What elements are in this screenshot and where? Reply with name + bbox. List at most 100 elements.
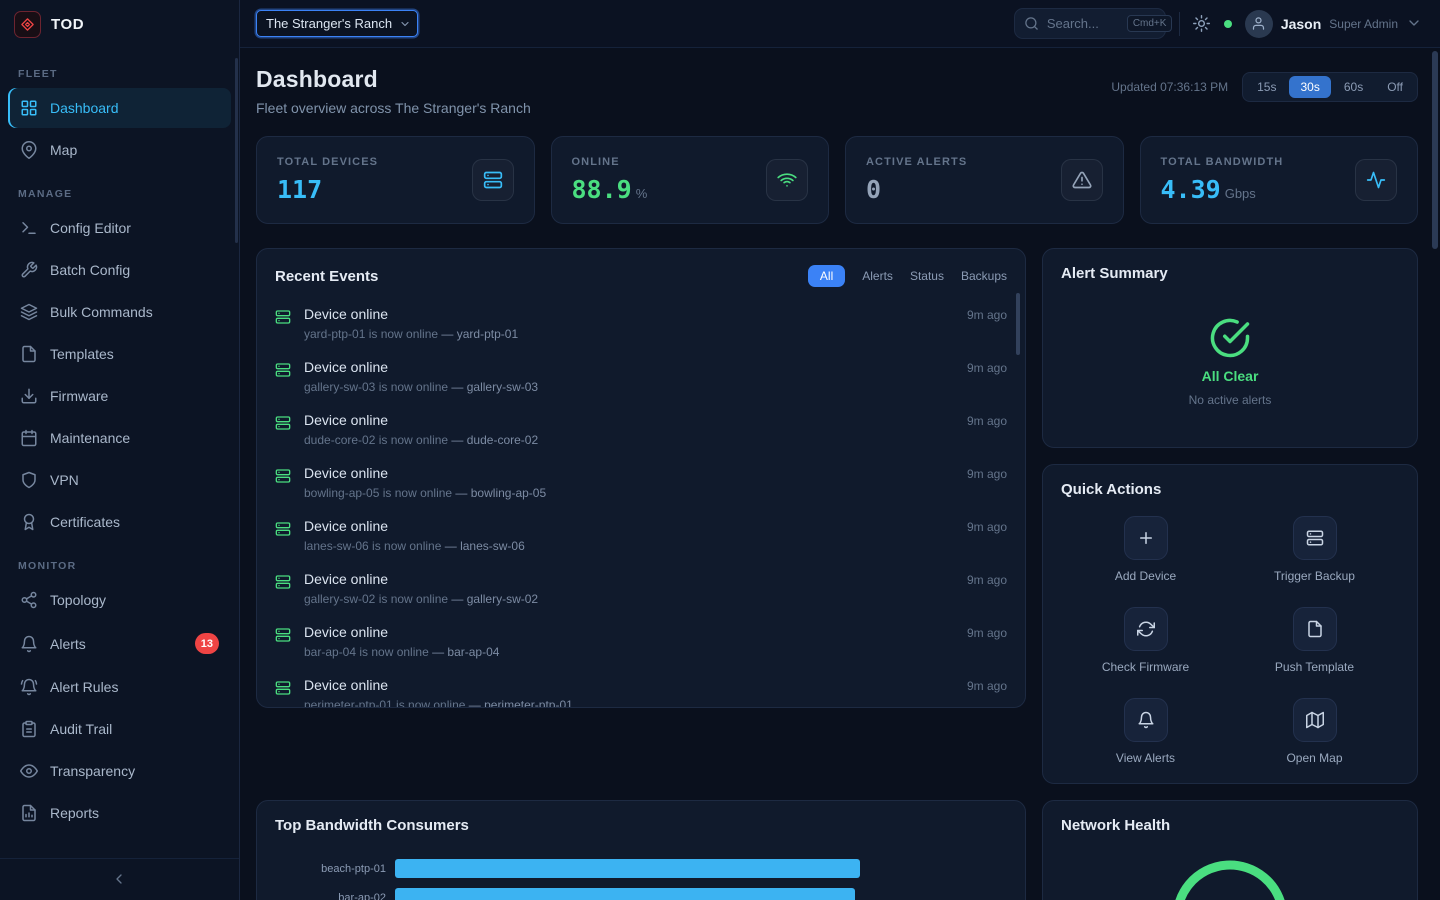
chevron-down-icon — [1406, 15, 1424, 33]
event-row[interactable]: Device online lanes-sw-06 is now online … — [275, 509, 1007, 562]
sidebar-item-label: Maintenance — [50, 430, 130, 446]
tab-alerts[interactable]: Alerts — [862, 269, 893, 283]
sidebar-item-templates[interactable]: Templates — [8, 334, 231, 374]
app-title: TOD — [51, 16, 84, 33]
stat-label: ONLINE — [572, 156, 648, 168]
server-icon — [275, 415, 291, 431]
shield-icon — [20, 471, 38, 489]
sidebar-collapse-button[interactable] — [0, 858, 239, 900]
quick-actions-card: Quick Actions Add Device Trigger Backup — [1042, 464, 1418, 784]
user-role: Super Admin — [1329, 17, 1398, 31]
event-detail: lanes-sw-06 is now online — lanes-sw-06 — [304, 539, 525, 553]
sidebar-item-vpn[interactable]: VPN — [8, 460, 231, 500]
sidebar-item-topology[interactable]: Topology — [8, 580, 231, 620]
sidebar-item-config-editor[interactable]: Config Editor — [8, 208, 231, 248]
event-title: Device online — [304, 306, 518, 322]
event-row[interactable]: Device online yard-ptp-01 is now online … — [275, 297, 1007, 350]
sidebar-item-label: Firmware — [50, 388, 108, 404]
chevron-left-icon — [111, 871, 129, 889]
server-icon — [275, 574, 291, 590]
event-row[interactable]: Device online gallery-sw-03 is now onlin… — [275, 350, 1007, 403]
topbar: The Stranger's Ranch Cmd+K Jason — [240, 0, 1440, 48]
page-subtitle: Fleet overview across The Stranger's Ran… — [256, 100, 531, 116]
quick-action-trigger-backup[interactable]: Trigger Backup — [1230, 516, 1399, 583]
user-name: Jason — [1281, 16, 1321, 32]
sidebar-item-firmware[interactable]: Firmware — [8, 376, 231, 416]
server-icon — [472, 159, 514, 201]
event-time: 9m ago — [967, 518, 1007, 534]
event-row[interactable]: Device online perimeter-ptp-01 is now on… — [275, 668, 1007, 707]
quick-action-open-map[interactable]: Open Map — [1230, 698, 1399, 765]
tab-backups[interactable]: Backups — [961, 269, 1007, 283]
quick-action-check-firmware[interactable]: Check Firmware — [1061, 607, 1230, 674]
wifi-icon — [766, 159, 808, 201]
event-row[interactable]: Device online dude-core-02 is now online… — [275, 403, 1007, 456]
quick-action-push-template[interactable]: Push Template — [1230, 607, 1399, 674]
sidebar-item-audit-trail[interactable]: Audit Trail — [8, 709, 231, 749]
sidebar-scrollbar[interactable] — [235, 58, 238, 243]
event-time: 9m ago — [967, 359, 1007, 375]
server-icon — [275, 309, 291, 325]
event-detail: yard-ptp-01 is now online — yard-ptp-01 — [304, 327, 518, 341]
theme-toggle-button[interactable] — [1193, 15, 1211, 33]
search-box[interactable]: Cmd+K — [1014, 8, 1166, 39]
search-input[interactable] — [1047, 16, 1119, 31]
refresh-30s-button[interactable]: 30s — [1289, 76, 1330, 98]
refresh-60s-button[interactable]: 60s — [1333, 76, 1374, 98]
sidebar-item-alert-rules[interactable]: Alert Rules — [8, 667, 231, 707]
sidebar-item-dashboard[interactable]: Dashboard — [8, 88, 231, 128]
main-scrollbar[interactable] — [1432, 51, 1438, 897]
tab-status[interactable]: Status — [910, 269, 944, 283]
sidebar-item-maintenance[interactable]: Maintenance — [8, 418, 231, 458]
layers-icon — [20, 303, 38, 321]
event-row[interactable]: Device online gallery-sw-02 is now onlin… — [275, 562, 1007, 615]
main-area: The Stranger's Ranch Cmd+K Jason — [240, 0, 1440, 900]
topology-icon — [20, 591, 38, 609]
alerts-count-badge: 13 — [195, 633, 219, 654]
sidebar-item-certificates[interactable]: Certificates — [8, 502, 231, 542]
event-row[interactable]: Device online bar-ap-04 is now online — … — [275, 615, 1007, 668]
event-detail: bowling-ap-05 is now online — bowling-ap… — [304, 486, 546, 500]
recent-events-card: Recent Events All Alerts Status Backups … — [256, 248, 1026, 708]
bandwidth-chart: beach-ptp-01bar-ap-02 — [257, 844, 1025, 900]
event-time: 9m ago — [967, 677, 1007, 693]
server-icon — [275, 468, 291, 484]
event-time: 9m ago — [967, 412, 1007, 428]
sidebar-item-map[interactable]: Map — [8, 130, 231, 170]
sidebar-item-batch-config[interactable]: Batch Config — [8, 250, 231, 290]
sidebar-item-reports[interactable]: Reports — [8, 793, 231, 833]
search-shortcut-badge: Cmd+K — [1127, 15, 1173, 32]
sidebar-item-label: Certificates — [50, 514, 120, 530]
sidebar-item-alerts[interactable]: Alerts 13 — [8, 622, 231, 665]
sidebar-item-label: Alert Rules — [50, 679, 118, 695]
alert-summary-title: Alert Summary — [1061, 265, 1168, 282]
user-menu[interactable]: Jason Super Admin — [1245, 10, 1424, 38]
stat-label: TOTAL DEVICES — [277, 156, 378, 168]
tab-all[interactable]: All — [808, 265, 845, 287]
quick-action-view-alerts[interactable]: View Alerts — [1061, 698, 1230, 765]
sidebar-item-label: Audit Trail — [50, 721, 112, 737]
quick-action-add-device[interactable]: Add Device — [1061, 516, 1230, 583]
event-row[interactable]: Device online bowling-ap-05 is now onlin… — [275, 456, 1007, 509]
event-detail: perimeter-ptp-01 is now online — perimet… — [304, 698, 573, 707]
stat-cards-row: TOTAL DEVICES 117 ONLINE 88.9% — [256, 136, 1418, 224]
site-selector-wrap: The Stranger's Ranch — [256, 10, 418, 37]
bandwidth-bar-label: bar-ap-02 — [275, 892, 395, 900]
bell-ring-icon — [20, 678, 38, 696]
refresh-off-button[interactable]: Off — [1376, 76, 1414, 98]
events-scrollbar[interactable] — [1016, 293, 1020, 355]
sidebar-item-label: VPN — [50, 472, 79, 488]
site-selector[interactable]: The Stranger's Ranch — [256, 10, 418, 37]
file-icon — [1293, 607, 1337, 651]
refresh-15s-button[interactable]: 15s — [1246, 76, 1287, 98]
bell-icon — [1124, 698, 1168, 742]
updated-timestamp: Updated 07:36:13 PM — [1111, 80, 1228, 94]
events-list: Device online yard-ptp-01 is now online … — [257, 297, 1025, 707]
bell-icon — [20, 635, 38, 653]
events-filter-tabs: All Alerts Status Backups — [808, 265, 1007, 287]
network-health-gauge — [1168, 856, 1292, 900]
sidebar-item-transparency[interactable]: Transparency — [8, 751, 231, 791]
page-header: Dashboard Fleet overview across The Stra… — [256, 66, 1418, 116]
sidebar-item-bulk-commands[interactable]: Bulk Commands — [8, 292, 231, 332]
report-file-icon — [20, 804, 38, 822]
